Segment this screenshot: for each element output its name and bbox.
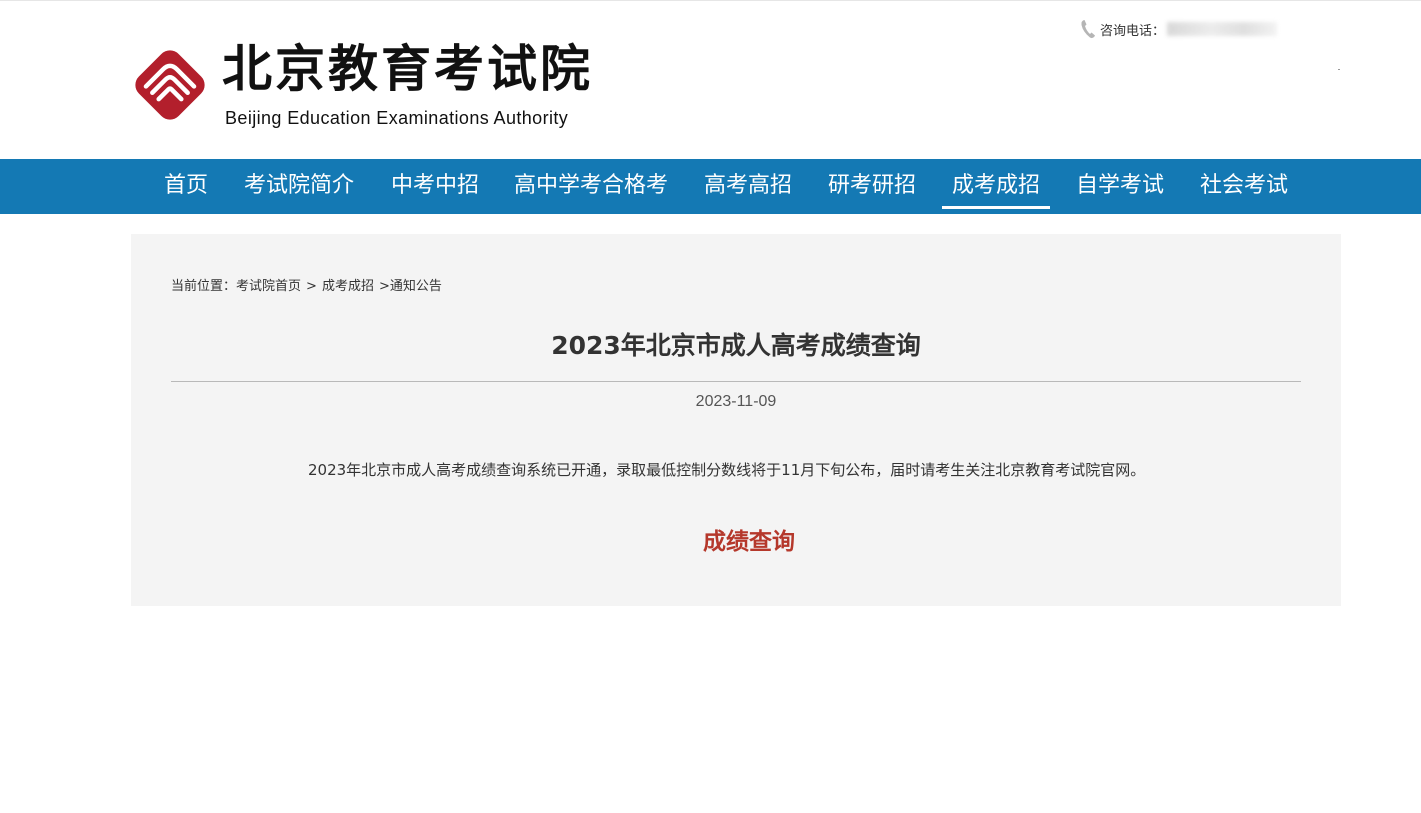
- nav-item-zhongkao[interactable]: 中考中招: [391, 159, 479, 214]
- nav-item-shehui[interactable]: 社会考试: [1200, 159, 1288, 214]
- score-query-link[interactable]: 成绩查询: [703, 522, 795, 556]
- nav-item-about[interactable]: 考试院简介: [244, 159, 354, 214]
- nav-item-yankao[interactable]: 研考研招: [828, 159, 916, 214]
- top-border: [0, 0, 1421, 1]
- redacted-phone-number: [1167, 22, 1278, 36]
- breadcrumb-separator: >: [306, 279, 317, 294]
- breadcrumb-separator: >: [378, 279, 390, 294]
- content-panel: 当前位置：考试院首页 > 成考成招 >通知公告 2023年北京市成人高考成绩查询 20…: [131, 234, 1341, 606]
- nav-item-gaokao[interactable]: 高考高招: [704, 159, 792, 214]
- phone-icon: [1081, 20, 1095, 39]
- logo-subtitle: Beijing Education Examinations Authority: [225, 108, 569, 128]
- breadcrumb-home-link[interactable]: 考试院首页: [236, 279, 301, 294]
- nav-item-xuekao[interactable]: 高中学考合格考: [514, 159, 668, 214]
- article-title: 2023年北京市成人高考成绩查询: [551, 331, 921, 360]
- logo-title[interactable]: 北京教育考试院: [222, 34, 593, 104]
- title-divider: [171, 381, 1301, 382]
- nav-item-home[interactable]: 首页: [164, 159, 208, 214]
- logo-emblem-icon[interactable]: [130, 45, 210, 125]
- contact-label: 咨询电话：: [1100, 22, 1166, 38]
- contact-phone: 咨询电话：: [1080, 19, 1278, 39]
- nav-item-zixue[interactable]: 自学考试: [1076, 159, 1164, 214]
- breadcrumb-current-link[interactable]: 通知公告: [390, 279, 442, 294]
- article-date: 2023-11-09: [695, 393, 777, 410]
- decorative-dot: [1338, 69, 1340, 70]
- breadcrumb: 当前位置：考试院首页 > 成考成招 >通知公告: [171, 275, 442, 294]
- breadcrumb-section-link[interactable]: 成考成招: [322, 279, 374, 294]
- article-body: 2023年北京市成人高考成绩查询系统已开通，录取最低控制分数线将于11月下旬公布…: [308, 461, 1146, 479]
- main-nav: 首页 考试院简介 中考中招 高中学考合格考 高考高招 研考研招 成考成招 自学考…: [0, 159, 1421, 214]
- nav-item-chengkao[interactable]: 成考成招: [941, 159, 1051, 214]
- breadcrumb-prefix: 当前位置：: [171, 279, 237, 294]
